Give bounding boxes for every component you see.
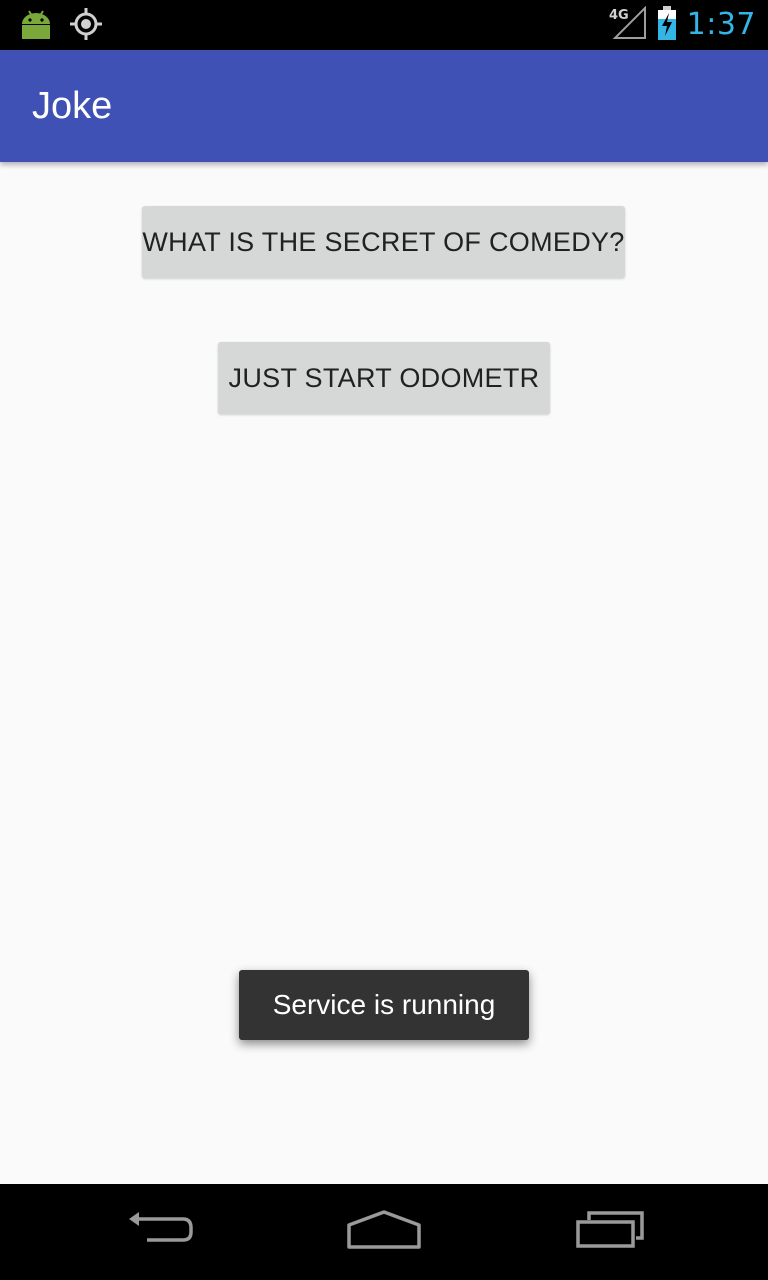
recents-icon (575, 1210, 645, 1254)
recents-button[interactable] (550, 1184, 670, 1280)
battery-charging-icon (657, 6, 677, 44)
navigation-bar (0, 1184, 768, 1280)
start-odometer-button[interactable]: JUST START ODOMETR (218, 342, 550, 414)
app-bar: Joke (0, 50, 768, 162)
app-title: Joke (32, 85, 113, 127)
status-system: 4G 1:37 (609, 0, 756, 50)
status-notifications (20, 8, 102, 44)
back-button[interactable] (100, 1184, 220, 1280)
clock: 1:37 (686, 7, 756, 42)
comedy-secret-button[interactable]: WHAT IS THE SECRET OF COMEDY? (142, 206, 625, 278)
toast-message: Service is running (239, 970, 529, 1040)
signal-icon: 4G (609, 5, 647, 44)
android-icon (20, 8, 52, 44)
toast-text: Service is running (272, 989, 496, 1020)
home-icon (346, 1209, 422, 1255)
screen: 4G 1:37 Joke WHAT IS THE SECRET OF COMED… (0, 0, 768, 1280)
gps-icon (70, 8, 102, 44)
status-bar: 4G 1:37 (0, 0, 768, 50)
home-button[interactable] (324, 1184, 444, 1280)
back-icon (125, 1210, 195, 1254)
network-type-label: 4G (609, 8, 629, 23)
